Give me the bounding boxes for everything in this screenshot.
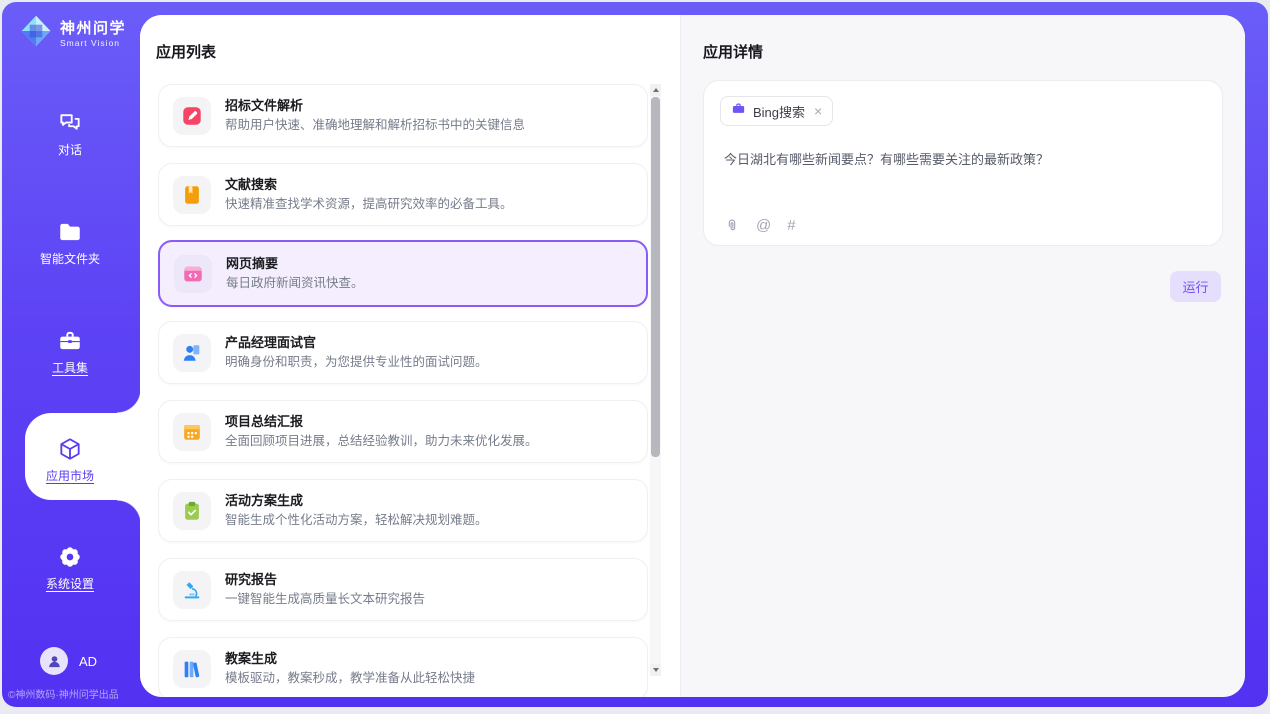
app-list-title: 应用列表	[156, 41, 216, 62]
attachment-icon[interactable]	[724, 218, 740, 234]
prompt-input-card[interactable]: Bing搜索 × 今日湖北有哪些新闻要点？有哪些需要关注的最新政策？ @ #	[703, 80, 1223, 246]
app-list: 招标文件解析帮助用户快速、准确地理解和解析招标书中的关键信息文献搜索快速精准查找…	[158, 84, 648, 697]
briefcase-icon	[731, 101, 746, 121]
toolbox-icon	[0, 328, 140, 354]
app-card-desc: 模板驱动，教案秒成，教学准备从此轻松快捷	[225, 670, 475, 687]
scroll-up-button[interactable]	[650, 84, 661, 96]
active-tab-flare-top	[117, 389, 141, 413]
sidebar-item-label: 智能文件夹	[0, 250, 140, 267]
app-list-panel: 应用列表 招标文件解析帮助用户快速、准确地理解和解析招标书中的关键信息文献搜索快…	[140, 15, 680, 697]
triangle-up-icon	[653, 88, 659, 92]
sidebar-item-label: 系统设置	[0, 575, 140, 592]
app-card-text: 项目总结汇报全面回顾项目进展，总结经验教训，助力未来优化发展。	[225, 413, 538, 450]
app-card-text: 文献搜索快速精准查找学术资源，提高研究效率的必备工具。	[225, 176, 513, 213]
app-card-title: 活动方案生成	[225, 492, 488, 509]
cube-icon	[0, 436, 140, 462]
app-card-desc: 智能生成个性化活动方案，轻松解决规划难题。	[225, 512, 488, 529]
app-card-title: 产品经理面试官	[225, 334, 488, 351]
mention-icon[interactable]: @	[756, 217, 771, 234]
app-card[interactable]: 网页摘要每日政府新闻资讯快查。	[158, 240, 648, 307]
calendar-icon	[173, 413, 211, 451]
app-card-desc: 每日政府新闻资讯快查。	[226, 275, 364, 292]
sidebar-item-label: 应用市场	[0, 467, 140, 484]
scrollbar-thumb[interactable]	[651, 97, 660, 457]
app-window: 应用列表 招标文件解析帮助用户快速、准确地理解和解析招标书中的关键信息文献搜索快…	[0, 0, 1270, 714]
sidebar-item-app-market[interactable]: 应用市场	[0, 436, 140, 484]
brand-logo: 神州问学 Smart Vision	[18, 13, 126, 54]
app-card[interactable]: 活动方案生成智能生成个性化活动方案，轻松解决规划难题。	[158, 479, 648, 542]
user-avatar-icon	[40, 647, 68, 675]
diamond-logo-icon	[18, 13, 54, 54]
sidebar-item-label: 工具集	[0, 359, 140, 376]
app-card[interactable]: 招标文件解析帮助用户快速、准确地理解和解析招标书中的关键信息	[158, 84, 648, 147]
sidebar-item-smart-folder[interactable]: 智能文件夹	[0, 219, 140, 267]
book-icon	[173, 176, 211, 214]
app-card[interactable]: 文献搜索快速精准查找学术资源，提高研究效率的必备工具。	[158, 163, 648, 226]
gear-icon	[0, 544, 140, 570]
sidebar-item-label: 对话	[0, 141, 140, 158]
chat-icon	[0, 110, 140, 136]
brand-name: 神州问学	[60, 20, 126, 37]
app-card-text: 活动方案生成智能生成个性化活动方案，轻松解决规划难题。	[225, 492, 488, 529]
app-card[interactable]: 项目总结汇报全面回顾项目进展，总结经验教训，助力未来优化发展。	[158, 400, 648, 463]
hash-icon[interactable]: #	[787, 217, 795, 234]
content-panel: 应用列表 招标文件解析帮助用户快速、准确地理解和解析招标书中的关键信息文献搜索快…	[140, 15, 1245, 697]
run-button[interactable]: 运行	[1170, 271, 1221, 302]
app-card-text: 教案生成模板驱动，教案秒成，教学准备从此轻松快捷	[225, 650, 475, 687]
app-card-desc: 快速精准查找学术资源，提高研究效率的必备工具。	[225, 196, 513, 213]
app-card-title: 教案生成	[225, 650, 475, 667]
user-name: AD	[79, 654, 97, 669]
app-card-desc: 明确身份和职责，为您提供专业性的面试问题。	[225, 354, 488, 371]
app-card-title: 网页摘要	[226, 255, 364, 272]
app-detail-title: 应用详情	[703, 41, 763, 62]
app-detail-panel: 应用详情 Bing搜索 × 今日湖北有哪些新闻要点？有哪些需要关注的最新政策？ …	[680, 15, 1245, 697]
copyright-footer: ©神州数码·神州问学出品	[8, 686, 119, 701]
sidebar-item-chat[interactable]: 对话	[0, 110, 140, 158]
chip-close-icon[interactable]: ×	[814, 104, 822, 118]
tool-chip-label: Bing搜索	[753, 102, 805, 121]
app-card-desc: 一键智能生成高质量长文本研究报告	[225, 591, 425, 608]
books-icon	[173, 650, 211, 688]
bid-edit-icon	[173, 97, 211, 135]
active-tab-flare-bottom	[117, 500, 141, 524]
sidebar-item-settings[interactable]: 系统设置	[0, 544, 140, 592]
prompt-text[interactable]: 今日湖北有哪些新闻要点？有哪些需要关注的最新政策？	[724, 151, 1202, 169]
user-menu[interactable]: AD	[40, 647, 97, 675]
interviewer-icon	[173, 334, 211, 372]
app-card-text: 产品经理面试官明确身份和职责，为您提供专业性的面试问题。	[225, 334, 488, 371]
app-card-text: 研究报告一键智能生成高质量长文本研究报告	[225, 571, 425, 608]
app-card-text: 网页摘要每日政府新闻资讯快查。	[226, 255, 364, 292]
app-card[interactable]: 教案生成模板驱动，教案秒成，教学准备从此轻松快捷	[158, 637, 648, 697]
app-card-title: 招标文件解析	[225, 97, 525, 114]
scroll-down-button[interactable]	[650, 664, 661, 676]
app-card-desc: 全面回顾项目进展，总结经验教训，助力未来优化发展。	[225, 433, 538, 450]
microscope-icon	[173, 571, 211, 609]
app-card-title: 研究报告	[225, 571, 425, 588]
sidebar-item-toolset[interactable]: 工具集	[0, 328, 140, 376]
app-card-title: 项目总结汇报	[225, 413, 538, 430]
app-card-text: 招标文件解析帮助用户快速、准确地理解和解析招标书中的关键信息	[225, 97, 525, 134]
app-card-title: 文献搜索	[225, 176, 513, 193]
tool-chip-bing-search[interactable]: Bing搜索 ×	[720, 96, 833, 126]
prompt-toolbar: @ #	[724, 217, 796, 234]
sidebar: 神州问学 Smart Vision 对话 智能文件夹 工具集	[0, 0, 140, 714]
list-scrollbar[interactable]	[650, 84, 661, 676]
brand-subtitle: Smart Vision	[60, 38, 126, 48]
triangle-down-icon	[653, 668, 659, 672]
clipboard-check-icon	[173, 492, 211, 530]
app-card[interactable]: 产品经理面试官明确身份和职责，为您提供专业性的面试问题。	[158, 321, 648, 384]
web-code-icon	[174, 255, 212, 293]
app-card-desc: 帮助用户快速、准确地理解和解析招标书中的关键信息	[225, 117, 525, 134]
app-card[interactable]: 研究报告一键智能生成高质量长文本研究报告	[158, 558, 648, 621]
folder-icon	[0, 219, 140, 245]
